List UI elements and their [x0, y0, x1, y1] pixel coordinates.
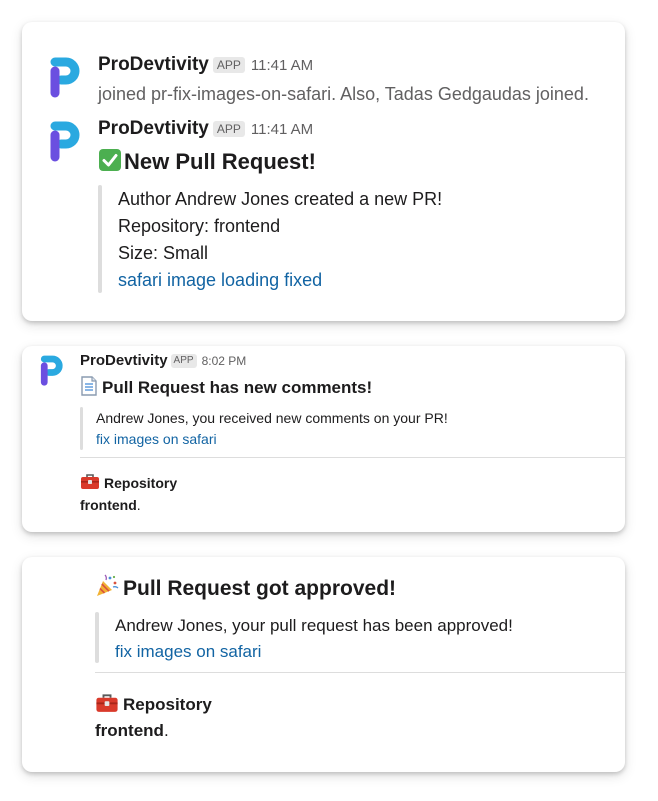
- message-title: Pull Request got approved!: [95, 574, 396, 603]
- prodevtivity-logo-icon[interactable]: [39, 355, 63, 387]
- pr-size-line: Size: Small: [118, 243, 209, 263]
- message-header: ProDevtivity APP 11:41 AM: [98, 117, 316, 142]
- message-header: ProDevtivity APP 11:41 AM: [98, 53, 589, 78]
- app-badge: APP: [212, 56, 245, 73]
- repository-section-value: frontend.: [80, 495, 141, 515]
- bot-name[interactable]: ProDevtivity: [98, 118, 209, 139]
- pr-author-line: Author Andrew Jones created a new PR!: [118, 189, 443, 209]
- section-divider: [95, 672, 625, 673]
- pr-approved-message-card: Pull Request got approved! Andrew Jones,…: [22, 557, 625, 772]
- prodevtivity-logo-icon[interactable]: [48, 57, 80, 99]
- quote-bar: [95, 612, 99, 663]
- app-badge: APP: [170, 354, 197, 369]
- repository-name: frontend: [95, 721, 164, 740]
- quote-bar: [98, 185, 102, 293]
- pr-repository-line: Repository: frontend: [118, 216, 281, 236]
- repository-section-label: Repository: [104, 475, 178, 491]
- quote-bar: [80, 407, 83, 450]
- pr-comments-message-card: ProDevtivity APP 8:02 PM Pull Request has …: [22, 346, 625, 532]
- check-mark-icon: [99, 149, 121, 171]
- party-popper-icon: [97, 574, 119, 596]
- repository-section-title: Repository: [80, 473, 177, 493]
- repository-name: frontend: [80, 497, 137, 513]
- message-title-text: Pull Request got approved!: [123, 577, 397, 600]
- bot-name[interactable]: ProDevtivity: [98, 54, 209, 75]
- repository-name-suffix: .: [163, 721, 169, 740]
- message-title: New Pull Request!: [98, 148, 316, 176]
- bot-message-new-pr: ProDevtivity APP 11:41 AM New Pull Request…: [98, 117, 316, 176]
- toolbox-icon: [96, 694, 118, 712]
- comments-quote-text: Andrew Jones, you received new comments …: [96, 410, 448, 426]
- repository-section-value: frontend.: [95, 719, 169, 743]
- bot-message-joined: ProDevtivity APP 11:41 AM joined pr-fix-im…: [98, 53, 589, 106]
- approved-quote-text: Andrew Jones, your pull request has been…: [115, 616, 513, 635]
- joined-text: joined pr-fix-images-on-safari. Also, Ta…: [98, 84, 589, 104]
- prodevtivity-logo-icon[interactable]: [48, 121, 80, 163]
- repository-section-title: Repository: [95, 693, 212, 717]
- message-header: ProDevtivity APP 8:02 PM: [80, 351, 246, 371]
- message-title-text: New Pull Request!: [124, 149, 316, 174]
- toolbox-icon: [81, 474, 99, 489]
- message-title: Pull Request has new comments!: [80, 376, 372, 399]
- message-timestamp[interactable]: 8:02 PM: [202, 354, 247, 368]
- repository-name-suffix: .: [136, 497, 141, 513]
- page-facing-up-icon: [81, 376, 97, 396]
- app-badge: APP: [212, 120, 245, 137]
- bot-name[interactable]: ProDevtivity: [80, 352, 168, 369]
- new-pr-message-card: ProDevtivity APP 11:41 AM joined pr-fix-im…: [22, 22, 625, 321]
- pr-link[interactable]: safari image loading fixed: [118, 268, 322, 292]
- pr-link[interactable]: fix images on safari: [96, 429, 217, 449]
- message-timestamp[interactable]: 11:41 AM: [251, 121, 313, 138]
- section-divider: [80, 457, 625, 458]
- message-title-text: Pull Request has new comments!: [102, 378, 373, 397]
- pr-link[interactable]: fix images on safari: [115, 640, 261, 664]
- repository-section-label: Repository: [123, 695, 212, 714]
- message-timestamp[interactable]: 11:41 AM: [251, 57, 313, 74]
